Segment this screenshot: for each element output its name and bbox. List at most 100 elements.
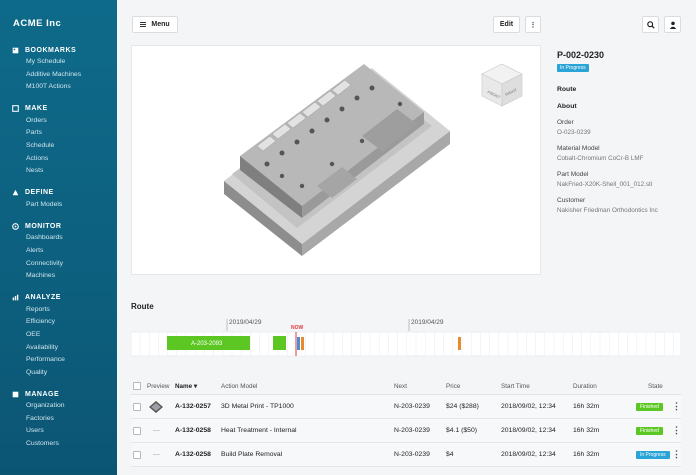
- row-duration: 16h 32m: [573, 403, 600, 410]
- row-checkbox[interactable]: [133, 426, 141, 435]
- col-state: State: [648, 382, 663, 390]
- bookmark-icon: [12, 47, 19, 54]
- now-label: NOW: [291, 325, 304, 331]
- sidebar-item-parts[interactable]: Parts: [0, 127, 117, 140]
- field-value: Cobalt-Chromium CoCr-B LMF: [557, 155, 644, 162]
- sidebar-item-reports[interactable]: Reports: [0, 304, 117, 317]
- sidebar-item-part-models[interactable]: Part Models: [0, 199, 117, 212]
- field-customer: Customer Nakisher Friedman Orthodontics I…: [557, 197, 692, 214]
- field-label: Material Model: [557, 145, 600, 152]
- sidebar-item-machines[interactable]: Machines: [0, 270, 117, 283]
- view-cube[interactable]: FRONT RIGHT: [481, 63, 523, 107]
- sidebar-item-nests[interactable]: Nests: [0, 165, 117, 178]
- sidebar-section-header[interactable]: BOOKMARKS: [0, 44, 117, 56]
- user-icon: [669, 21, 676, 29]
- table-body: A-132-0257 3D Metal Print - TP1000 N-203-0…: [131, 395, 681, 467]
- col-price: Price: [446, 382, 461, 390]
- sidebar-item-efficiency[interactable]: Efficiency: [0, 316, 117, 329]
- sidebar-item-factories[interactable]: Factories: [0, 413, 117, 426]
- sidebar-section-title: BOOKMARKS: [25, 46, 77, 54]
- sidebar-section-make: MAKE Orders Parts Schedule Actions Nests: [0, 103, 117, 178]
- col-action-model: Action Model: [221, 382, 258, 390]
- sidebar-item-performance[interactable]: Performance: [0, 354, 117, 367]
- part-number: P-002-0230: [557, 50, 605, 60]
- row-start-time: 2018/09/02, 12:34: [501, 427, 556, 434]
- row-next: N-203-0239: [394, 451, 430, 458]
- field-label: Order: [557, 119, 574, 126]
- sidebar-sections: BOOKMARKS My Schedule Additive Machines M10…: [0, 44, 117, 451]
- route-timeline[interactable]: 2019/04/29 2019/04/29 NOW A-203-2093: [130, 313, 682, 363]
- kebab-icon: ⋮: [529, 21, 537, 29]
- sidebar-item-additive-machines[interactable]: Additive Machines: [0, 69, 117, 82]
- field-material-model: Material Model Cobalt-Chromium CoCr-B LMF: [557, 145, 692, 162]
- make-icon: [12, 105, 19, 113]
- row-checkbox[interactable]: [133, 402, 141, 411]
- edit-button[interactable]: Edit: [493, 16, 520, 33]
- sidebar-section-header[interactable]: DEFINE: [0, 187, 117, 199]
- sidebar-section-monitor: MONITOR Dashboards Alerts Connectivity Machi…: [0, 220, 117, 282]
- actions-table: Preview Name ▾ Action Model Next Price S…: [131, 378, 681, 467]
- sidebar-item-customers[interactable]: Customers: [0, 438, 117, 451]
- row-kebab-icon[interactable]: ⋮: [672, 401, 681, 412]
- row-checkbox[interactable]: [133, 450, 141, 459]
- sidebar-item-oee[interactable]: OEE: [0, 329, 117, 342]
- part-model-render[interactable]: FRONT RIGHT: [132, 46, 542, 276]
- table-row[interactable]: A-132-0257 3D Metal Print - TP1000 N-203-0…: [131, 395, 681, 419]
- sidebar-item-alerts[interactable]: Alerts: [0, 245, 117, 258]
- sidebar-item-connectivity[interactable]: Connectivity: [0, 258, 117, 271]
- search-button[interactable]: [642, 16, 659, 33]
- field-label: Part Model: [557, 171, 589, 178]
- sidebar-item-quality[interactable]: Quality: [0, 367, 117, 380]
- sidebar: ACME Inc BOOKMARKS My Schedule Additive Ma…: [0, 0, 117, 475]
- user-button[interactable]: [664, 16, 681, 33]
- sidebar-section-header[interactable]: MANAGE: [0, 388, 117, 400]
- menu-button[interactable]: Menu: [132, 16, 178, 33]
- define-icon: [12, 189, 19, 196]
- sidebar-section-define: DEFINE Part Models: [0, 187, 117, 212]
- row-name[interactable]: A-132-0258: [175, 427, 211, 434]
- sidebar-section-header[interactable]: ANALYZE: [0, 292, 117, 304]
- row-kebab-icon[interactable]: ⋮: [672, 425, 681, 436]
- col-duration: Duration: [573, 382, 597, 390]
- table-row[interactable]: — A-132-0258 Heat Treatment - Internal N-20…: [131, 419, 681, 443]
- select-all-checkbox[interactable]: [133, 382, 141, 390]
- sidebar-item-dashboards[interactable]: Dashboards: [0, 232, 117, 245]
- field-value: Nakisher Friedman Orthodontics Inc: [557, 207, 658, 214]
- part-details-panel: P-002-0230 In Progress Route About Order…: [557, 50, 692, 214]
- row-name[interactable]: A-132-0258: [175, 451, 211, 458]
- timeline-date-right: 2019/04/29: [411, 319, 444, 326]
- table-header: Preview Name ▾ Action Model Next Price S…: [131, 378, 681, 395]
- route-link[interactable]: Route: [557, 86, 692, 93]
- row-duration: 16h 32m: [573, 451, 600, 458]
- table-row[interactable]: — A-132-0258 Build Plate Removal N-203-0239…: [131, 443, 681, 467]
- about-link[interactable]: About: [557, 103, 692, 110]
- field-part-model: Part Model NakFried-X20K-Shell_001_012.st…: [557, 171, 692, 188]
- route-block-small[interactable]: [273, 336, 286, 350]
- row-name[interactable]: A-132-0257: [175, 403, 211, 410]
- row-start-time: 2018/09/02, 12:34: [501, 403, 556, 410]
- route-block-orange-2[interactable]: [458, 337, 461, 350]
- sidebar-item-my-schedule[interactable]: My Schedule: [0, 56, 117, 69]
- status-badge: In Progress: [557, 64, 589, 72]
- sidebar-item-users[interactable]: Users: [0, 425, 117, 438]
- more-options-button[interactable]: ⋮: [525, 16, 541, 33]
- route-block-blue[interactable]: [297, 337, 300, 350]
- col-name[interactable]: Name ▾: [175, 383, 197, 390]
- model-viewer[interactable]: FRONT RIGHT: [131, 45, 541, 275]
- sidebar-section-header[interactable]: MAKE: [0, 103, 117, 115]
- sidebar-item-actions[interactable]: Actions: [0, 153, 117, 166]
- monitor-icon: [12, 223, 19, 230]
- sidebar-section-header[interactable]: MONITOR: [0, 220, 117, 232]
- sidebar-item-availability[interactable]: Availability: [0, 342, 117, 355]
- row-kebab-icon[interactable]: ⋮: [672, 449, 681, 460]
- sidebar-item-orders[interactable]: Orders: [0, 115, 117, 128]
- search-icon: [646, 20, 655, 29]
- sidebar-item-m100t-actions[interactable]: M100T Actions: [0, 81, 117, 94]
- sidebar-section-title: MAKE: [25, 105, 48, 113]
- route-block-orange[interactable]: [301, 337, 304, 350]
- sidebar-item-organization[interactable]: Organization: [0, 400, 117, 413]
- sidebar-item-schedule[interactable]: Schedule: [0, 140, 117, 153]
- brand-name: ACME Inc: [13, 18, 62, 29]
- field-value: O-023-0239: [557, 129, 591, 136]
- row-state-badge: Finished: [636, 426, 663, 435]
